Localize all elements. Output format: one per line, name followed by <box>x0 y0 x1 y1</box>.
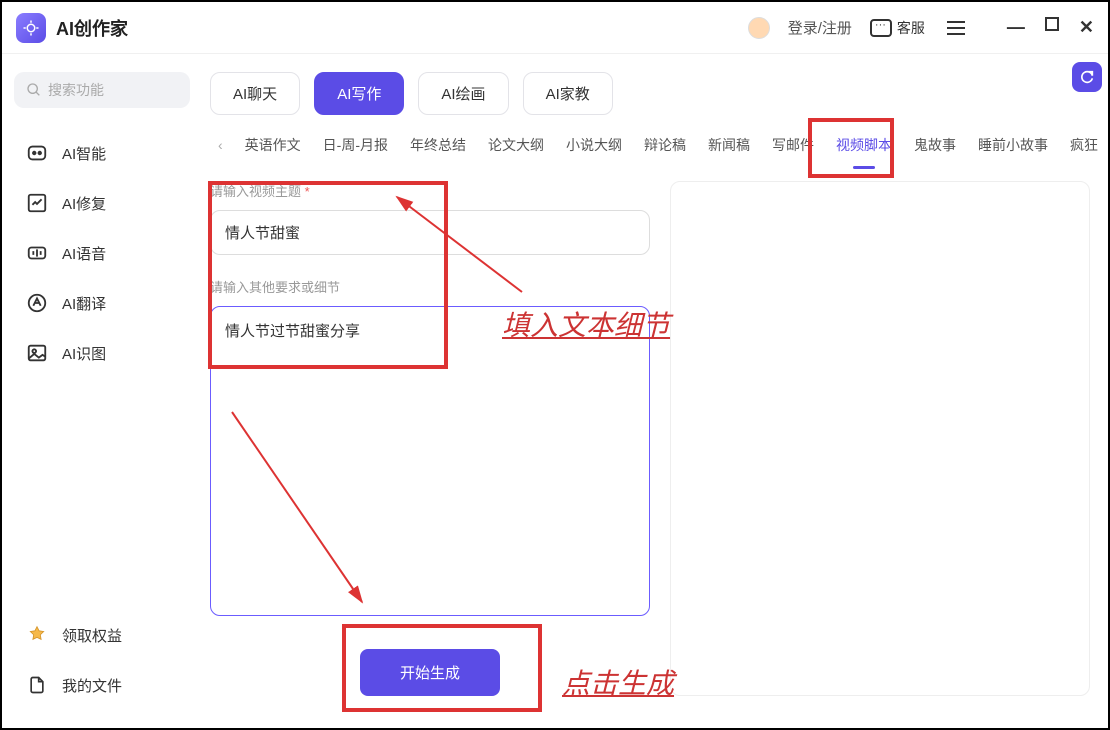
voice-icon <box>26 242 48 264</box>
customer-service-button[interactable]: 客服 <box>870 18 925 38</box>
sub-tabs-prev[interactable]: ‹ <box>218 137 223 153</box>
repair-icon <box>26 192 48 214</box>
sidebar-item-label: AI语音 <box>62 243 106 264</box>
sub-tab-item[interactable]: 疯狂 <box>1070 131 1098 159</box>
chat-icon <box>870 19 892 37</box>
file-icon <box>26 674 48 696</box>
maximize-button[interactable] <box>1045 17 1059 31</box>
sidebar-item-label: AI修复 <box>62 193 106 214</box>
result-panel <box>670 181 1090 696</box>
title-bar: AI创作家 登录/注册 客服 — ✕ <box>2 2 1108 54</box>
main-tabs: AI聊天 AI写作 AI绘画 AI家教 <box>210 72 1090 115</box>
search-box[interactable]: 搜索功能 <box>14 72 190 108</box>
sidebar-item-ai-shitu[interactable]: AI识图 <box>14 328 190 378</box>
refresh-button[interactable] <box>1072 62 1102 92</box>
avatar[interactable] <box>748 17 770 39</box>
sub-tabs: ‹ 英语作文 日-周-月报 年终总结 论文大纲 小说大纲 辩论稿 新闻稿 写邮件… <box>210 131 1090 159</box>
gift-icon <box>26 624 48 646</box>
topic-input[interactable] <box>210 210 650 255</box>
hamburger-menu-icon[interactable] <box>943 21 969 35</box>
tab-ai-chat[interactable]: AI聊天 <box>210 72 300 115</box>
details-textarea[interactable] <box>210 306 650 616</box>
generate-button[interactable]: 开始生成 <box>360 649 500 696</box>
app-logo-icon <box>16 13 46 43</box>
topic-label: 请输入视频主题 * <box>210 181 650 200</box>
search-placeholder: 搜索功能 <box>48 80 104 100</box>
sidebar-item-label: 我的文件 <box>62 675 122 696</box>
minimize-button[interactable]: — <box>1007 17 1025 38</box>
sub-tab-item-active[interactable]: 视频脚本 <box>836 131 892 159</box>
sidebar-item-quanyi[interactable]: 领取权益 <box>14 610 190 660</box>
login-register-link[interactable]: 登录/注册 <box>788 17 852 38</box>
main-content: AI聊天 AI写作 AI绘画 AI家教 ‹ 英语作文 日-周-月报 年终总结 论… <box>202 54 1108 728</box>
sub-tab-item[interactable]: 写邮件 <box>772 131 814 159</box>
ai-brain-icon <box>26 142 48 164</box>
sidebar-item-ai-yuyin[interactable]: AI语音 <box>14 228 190 278</box>
sub-tab-item[interactable]: 辩论稿 <box>644 131 686 159</box>
refresh-icon <box>1079 69 1095 85</box>
tab-ai-tutor[interactable]: AI家教 <box>523 72 613 115</box>
tab-ai-write[interactable]: AI写作 <box>314 72 404 115</box>
sub-tab-item[interactable]: 英语作文 <box>245 131 301 159</box>
sub-tab-item[interactable]: 小说大纲 <box>566 131 622 159</box>
sidebar-item-label: AI智能 <box>62 143 106 164</box>
sub-tab-item[interactable]: 论文大纲 <box>488 131 544 159</box>
sub-tab-item[interactable]: 新闻稿 <box>708 131 750 159</box>
sidebar-item-ai-xiufu[interactable]: AI修复 <box>14 178 190 228</box>
image-icon <box>26 342 48 364</box>
sub-tab-item[interactable]: 睡前小故事 <box>978 131 1048 159</box>
sidebar-item-label: AI识图 <box>62 343 106 364</box>
close-button[interactable]: ✕ <box>1079 17 1094 38</box>
app-title: AI创作家 <box>56 15 128 41</box>
form-panel: 请输入视频主题 * 请输入其他要求或细节 开始生成 <box>210 181 650 696</box>
details-label: 请输入其他要求或细节 <box>210 277 650 296</box>
sidebar: 搜索功能 AI智能 AI修复 AI语音 AI翻译 <box>2 54 202 728</box>
required-indicator: * <box>305 184 310 199</box>
sub-tab-item[interactable]: 鬼故事 <box>914 131 956 159</box>
sidebar-item-label: AI翻译 <box>62 293 106 314</box>
sidebar-item-myfiles[interactable]: 我的文件 <box>14 660 190 710</box>
search-icon <box>26 82 42 98</box>
translate-icon <box>26 292 48 314</box>
sub-tab-item[interactable]: 年终总结 <box>410 131 466 159</box>
sidebar-item-ai-zhineng[interactable]: AI智能 <box>14 128 190 178</box>
tab-ai-draw[interactable]: AI绘画 <box>418 72 508 115</box>
sub-tab-item[interactable]: 日-周-月报 <box>323 131 388 159</box>
sidebar-item-label: 领取权益 <box>62 625 122 646</box>
sidebar-item-ai-fanyi[interactable]: AI翻译 <box>14 278 190 328</box>
customer-service-label: 客服 <box>897 18 925 38</box>
